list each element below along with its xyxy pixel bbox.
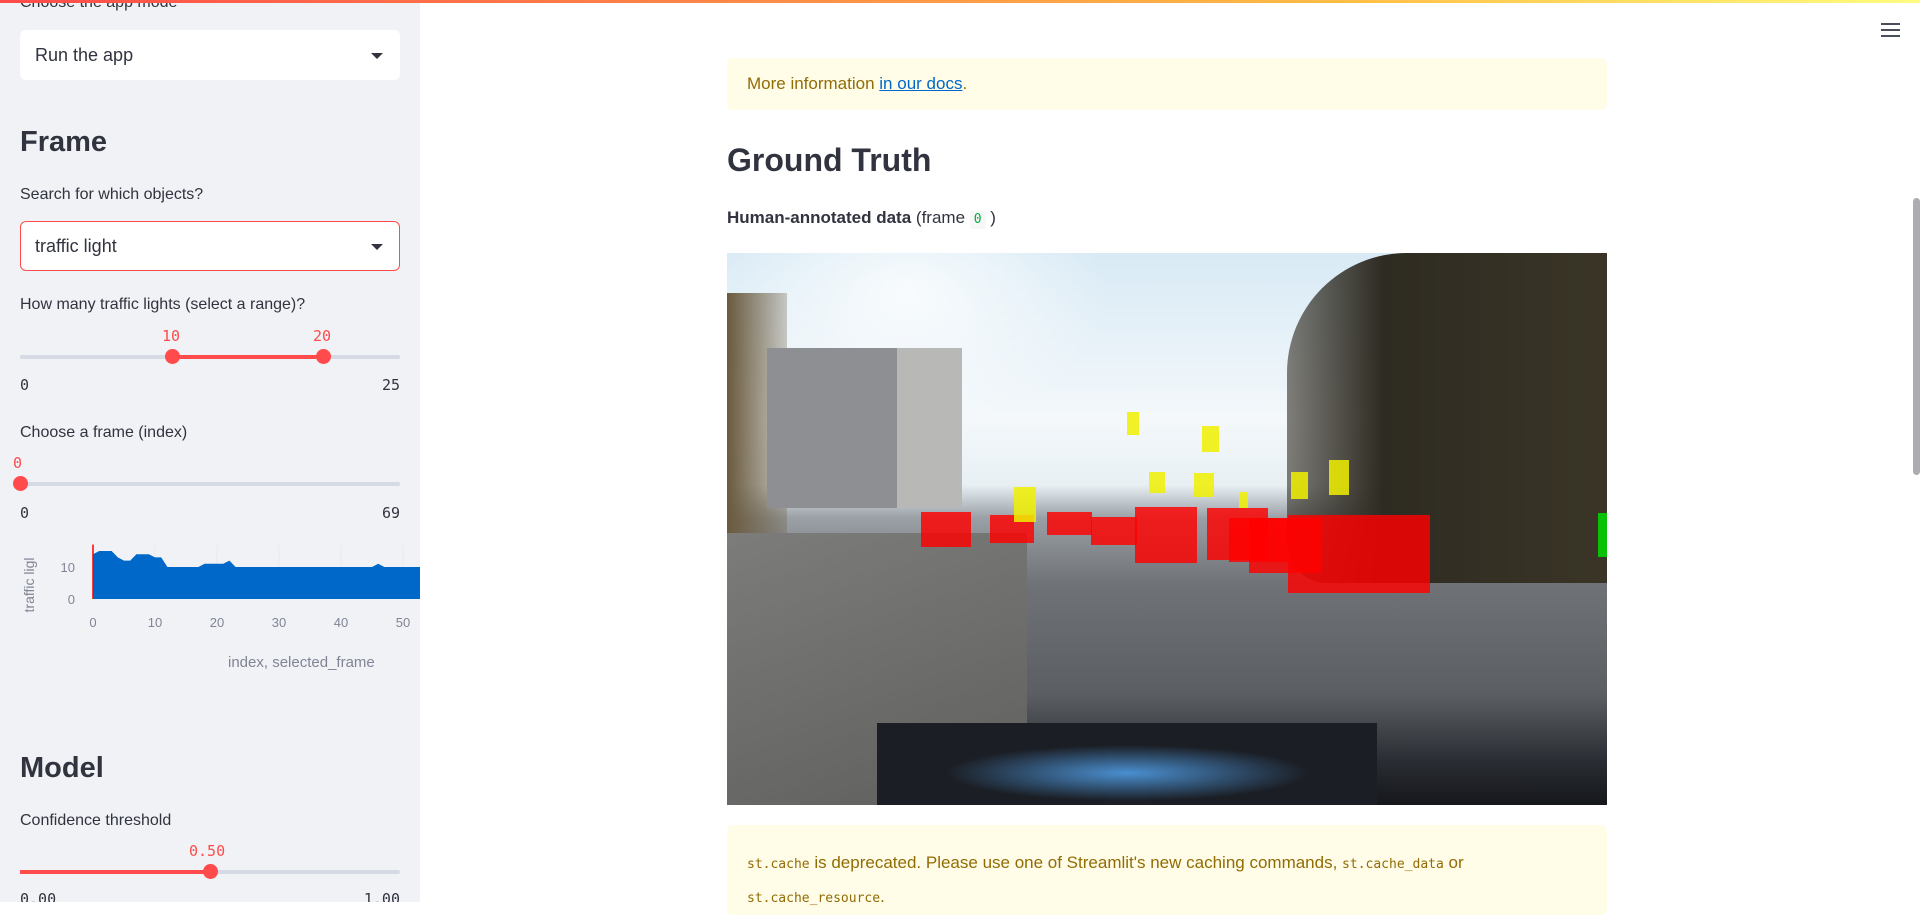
traffic-light-box bbox=[1149, 472, 1165, 493]
traffic-light-box bbox=[1239, 492, 1248, 508]
confidence-max: 1.00 bbox=[363, 890, 400, 902]
chart-x-axis-label: index, selected_frame bbox=[228, 654, 375, 671]
info-text: More information bbox=[747, 74, 880, 93]
frame-slider[interactable] bbox=[13, 476, 400, 491]
range-min: 0 bbox=[20, 376, 30, 394]
traffic-light-box bbox=[1329, 460, 1349, 495]
confidence-label: Confidence threshold bbox=[20, 812, 172, 829]
confidence-slider-thumb[interactable] bbox=[203, 864, 218, 879]
objects-label: Search for which objects? bbox=[20, 186, 204, 203]
chart-x-tick: 10 bbox=[148, 615, 162, 630]
car-box bbox=[1135, 507, 1197, 563]
info-alert: More information in our docs. bbox=[727, 58, 1607, 110]
scrollbar[interactable] bbox=[1913, 198, 1920, 475]
frame-max: 69 bbox=[381, 504, 400, 522]
subtitle-bold: Human-annotated data bbox=[727, 208, 912, 227]
range-slider-high-thumb[interactable] bbox=[316, 349, 331, 364]
subtitle-close: ) bbox=[985, 208, 996, 227]
range-label: How many traffic lights (select a range)… bbox=[20, 296, 306, 313]
subtitle: Human-annotated data (frame 0 ) bbox=[727, 208, 996, 229]
traffic-light-box bbox=[1202, 426, 1219, 452]
traffic-light-box bbox=[1291, 472, 1308, 499]
hamburger-menu-icon[interactable] bbox=[1881, 23, 1900, 37]
chart-x-tick: 40 bbox=[334, 615, 348, 630]
chart-area bbox=[93, 551, 420, 599]
objects-value: traffic light bbox=[35, 235, 117, 256]
deprecation-text: is deprecated. Please use one of Streaml… bbox=[809, 853, 1343, 872]
car-box bbox=[1091, 517, 1137, 545]
range-slider-fill bbox=[172, 355, 323, 359]
deprecation-end: . bbox=[880, 887, 885, 906]
confidence-value: 0.50 bbox=[189, 842, 226, 860]
range-high-value: 20 bbox=[313, 327, 332, 345]
deprecation-or: or bbox=[1443, 853, 1464, 872]
page-title: Ground Truth bbox=[727, 142, 932, 178]
docs-link[interactable]: in our docs bbox=[879, 74, 962, 93]
chart-y-tick: 0 bbox=[68, 592, 75, 607]
model-heading: Model bbox=[20, 752, 104, 784]
car-box bbox=[1288, 515, 1430, 593]
top-decoration-bar bbox=[0, 0, 1920, 3]
chart-x-tick: 20 bbox=[210, 615, 224, 630]
traffic-light-count-chart: traffic ligl index, selected_frame 0 10 20… bbox=[21, 544, 420, 671]
traffic-light-box bbox=[1127, 412, 1139, 435]
frame-min: 0 bbox=[20, 504, 30, 522]
chart-y-axis-label: traffic ligl bbox=[21, 558, 37, 613]
frame-label: Choose a frame (index) bbox=[20, 424, 188, 441]
range-slider-low-thumb[interactable] bbox=[165, 349, 180, 364]
frame-heading: Frame bbox=[20, 126, 108, 158]
frame-value: 0 bbox=[13, 454, 23, 472]
code-cache-data: st.cache_data bbox=[1342, 857, 1444, 872]
caret-down-icon bbox=[371, 53, 383, 59]
traffic-light-box bbox=[1014, 487, 1036, 522]
sidebar: Choose the app mode Run the app Frame Se… bbox=[0, 0, 420, 902]
chart-y-tick: 10 bbox=[61, 560, 75, 575]
code-cache-resource: st.cache_resource bbox=[747, 891, 881, 906]
pedestrian-box bbox=[1598, 513, 1607, 557]
chart-x-tick: 50 bbox=[396, 615, 410, 630]
car-box bbox=[921, 512, 971, 547]
range-low-value: 10 bbox=[162, 327, 181, 345]
chart-x-tick: 30 bbox=[272, 615, 286, 630]
code-st-cache: st.cache bbox=[747, 857, 810, 872]
chart-x-tick: 0 bbox=[89, 615, 96, 630]
car-box bbox=[1047, 512, 1092, 535]
range-max: 25 bbox=[381, 376, 400, 394]
info-end: . bbox=[962, 74, 968, 93]
confidence-slider-fill bbox=[20, 870, 210, 874]
frame-slider-thumb[interactable] bbox=[13, 476, 28, 491]
subtitle-open: (frame bbox=[911, 208, 970, 227]
frame-code: 0 bbox=[969, 210, 986, 229]
traffic-light-box bbox=[1194, 473, 1214, 497]
objects-select[interactable]: traffic light bbox=[20, 221, 400, 271]
confidence-slider[interactable] bbox=[20, 864, 400, 879]
app-mode-value: Run the app bbox=[35, 44, 134, 65]
caret-down-icon bbox=[371, 244, 383, 250]
app-mode-select[interactable]: Run the app bbox=[20, 30, 400, 80]
confidence-min: 0.00 bbox=[20, 890, 57, 902]
range-slider[interactable] bbox=[20, 349, 400, 364]
